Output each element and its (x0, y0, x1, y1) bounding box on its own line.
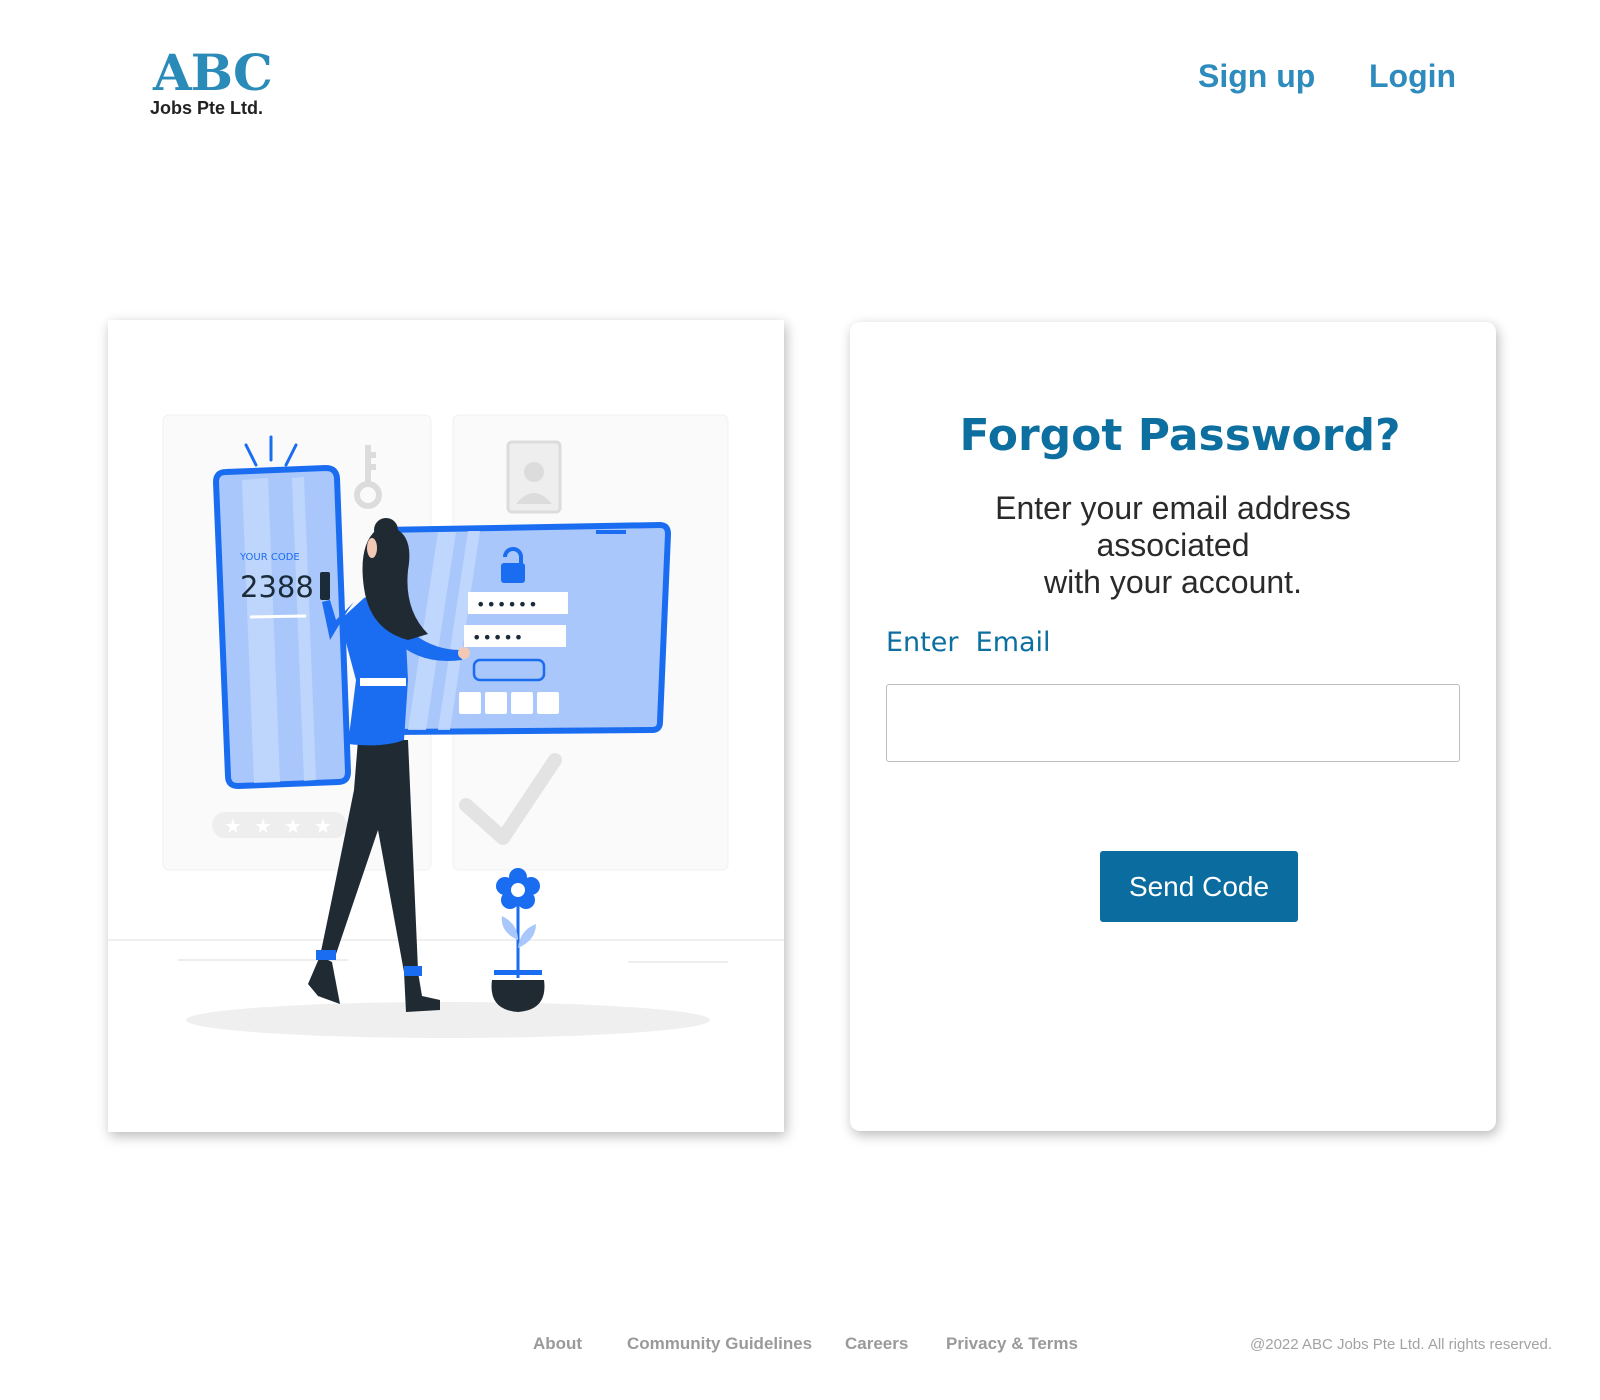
site-header: ABC Jobs Pte Ltd. Sign up Login (0, 0, 1600, 140)
svg-text:★: ★ (284, 814, 302, 838)
footer-link-about[interactable]: About (533, 1334, 582, 1354)
password-reset-illustration: ★ ★ ★ ★ YOUR CODE 2388 •••••• ••••• (108, 414, 784, 1038)
svg-text:•••••: ••••• (472, 628, 524, 647)
email-field-label: Enter Email (886, 627, 1051, 658)
svg-text:★: ★ (224, 814, 242, 838)
send-code-button[interactable]: Send Code (1100, 851, 1298, 922)
illustration-card: ★ ★ ★ ★ YOUR CODE 2388 •••••• ••••• (108, 320, 784, 1132)
footer-link-privacy-terms[interactable]: Privacy & Terms (946, 1334, 1078, 1354)
copyright-text: @2022 ABC Jobs Pte Ltd. All rights reser… (1250, 1336, 1553, 1353)
footer-link-community-guidelines[interactable]: Community Guidelines (627, 1334, 812, 1354)
footer-link-careers[interactable]: Careers (845, 1334, 908, 1354)
forgot-password-card: Forgot Password? Enter your email addres… (850, 322, 1496, 1131)
user-profile-icon (506, 440, 562, 514)
floor-shadow (186, 1002, 710, 1038)
login-link[interactable]: Login (1369, 58, 1456, 95)
svg-text:★: ★ (254, 814, 272, 838)
email-field[interactable] (886, 684, 1460, 762)
svg-text:••••••: •••••• (476, 595, 539, 614)
login-screen-graphic: •••••• ••••• (376, 521, 672, 736)
phone-code-label: YOUR CODE (239, 552, 300, 563)
description-line: associated (1096, 527, 1250, 563)
description-line: with your account. (1044, 564, 1302, 600)
description-line: Enter your email address (995, 490, 1351, 526)
page-title: Forgot Password? (959, 410, 1401, 461)
logo-mark: ABC (153, 43, 273, 102)
signup-link[interactable]: Sign up (1198, 58, 1315, 95)
svg-text:★: ★ (314, 814, 332, 838)
phone-code-value: 2388 (240, 570, 314, 604)
form-description: Enter your email address associated with… (850, 490, 1496, 601)
logo-company-name: Jobs Pte Ltd. (150, 98, 264, 118)
logo[interactable]: ABC Jobs Pte Ltd. (150, 48, 280, 120)
